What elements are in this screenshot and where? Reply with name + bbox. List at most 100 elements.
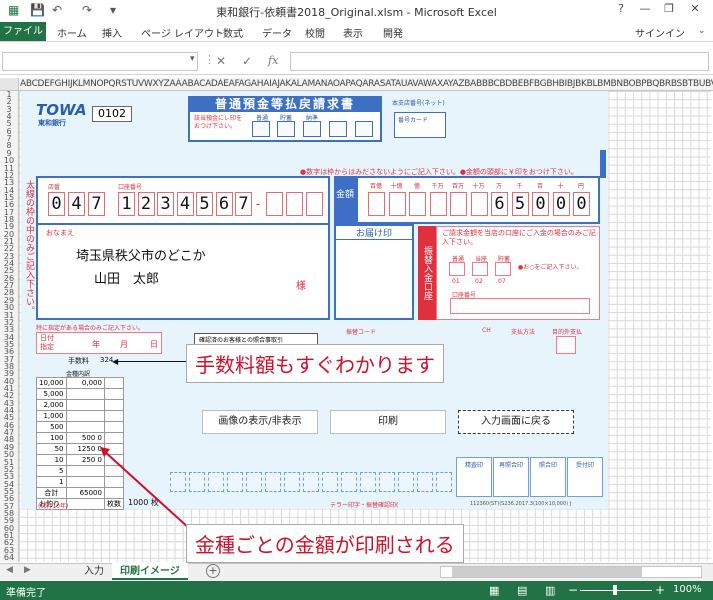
account-digit: 2 xyxy=(137,192,155,216)
transfer-code-label: 振替コード xyxy=(346,329,377,336)
zoom-out-button[interactable]: − xyxy=(568,583,578,597)
amount-digit: 0 xyxy=(573,192,590,216)
acct-digit-empty xyxy=(306,192,323,216)
zoom-slider-thumb[interactable] xyxy=(613,585,617,595)
amount-digit xyxy=(388,192,406,216)
checkbox-tax xyxy=(303,121,321,137)
teller-print-box xyxy=(246,472,262,492)
add-sheet-button[interactable]: + xyxy=(206,564,220,578)
side-instruction: 太線の枠の中のみご記入下さい。 xyxy=(24,180,34,315)
formula-input[interactable] xyxy=(290,52,709,71)
denomination-row: 100 500 0 xyxy=(36,432,125,444)
name-box-dropdown-icon[interactable]: ▾ xyxy=(190,54,195,64)
row-number[interactable]: 64 xyxy=(0,554,18,562)
tab-developer[interactable]: 開発 xyxy=(383,25,403,40)
minimize-button[interactable]: — xyxy=(634,2,656,19)
amount-digit xyxy=(429,192,447,216)
denomination-row: 2,000 xyxy=(36,399,125,411)
name-box[interactable] xyxy=(2,52,198,71)
amount-unit: 百億 xyxy=(369,183,382,190)
enter-icon[interactable]: ✓ xyxy=(242,54,252,68)
denomination-total: 65000 xyxy=(65,487,105,499)
transfer-check xyxy=(449,262,465,276)
amount-unit: 億 xyxy=(413,183,420,190)
store-digit: 0 xyxy=(48,192,65,216)
stamp-label: 精査印 xyxy=(464,462,483,469)
sheet-tab-print-image[interactable]: 印刷イメージ xyxy=(112,563,188,580)
denomination-value: 1 xyxy=(36,476,67,488)
zoom-in-button[interactable]: + xyxy=(655,583,665,597)
denomination-amount xyxy=(65,421,105,433)
tab-formulas[interactable]: 数式 xyxy=(223,25,243,40)
tab-data[interactable]: データ xyxy=(262,25,292,40)
amount-unit: 百万 xyxy=(451,183,464,190)
row-headers: 1 2 3 4 5 6 7 8 9 10 11 12 13 14 15 16 17 18 19 20 21 22 23 24 2… xyxy=(0,91,19,562)
tab-review[interactable]: 校閲 xyxy=(305,25,325,40)
tab-home[interactable]: ホーム xyxy=(57,25,87,40)
select-all-corner[interactable] xyxy=(0,78,19,91)
teller-print-box xyxy=(284,472,300,492)
page-break-view-icon[interactable]: ▥ xyxy=(545,584,555,597)
denomination-row: 1,000 xyxy=(36,410,125,422)
close-button[interactable]: ✕ xyxy=(684,2,706,19)
denomination-amount xyxy=(65,410,105,422)
teller-print-box xyxy=(227,472,243,492)
window-title: 東和銀行-依頼書2018_Original.xlsm - Microsoft E… xyxy=(216,6,497,19)
denomination-amount xyxy=(65,399,105,411)
bank-logo: TOWA xyxy=(36,101,87,119)
print-button[interactable]: 印刷 xyxy=(330,410,446,434)
amount-unit: 円 xyxy=(577,183,584,190)
transfer-code-07: 07 xyxy=(498,278,506,285)
toggle-image-button[interactable]: 画像の表示/非表示 xyxy=(202,410,318,434)
customer-name: 山田 太郎 xyxy=(94,272,160,287)
cancel-icon[interactable]: ✕ xyxy=(216,54,226,68)
help-button[interactable]: ? xyxy=(610,2,632,19)
transfer-acct-field xyxy=(450,298,590,314)
horizontal-scroll-thumb[interactable] xyxy=(452,567,642,577)
tab-file[interactable]: ファイル xyxy=(0,22,46,41)
teller-print-box xyxy=(341,472,357,492)
checkbox-extra xyxy=(329,121,347,137)
tab-page-layout[interactable]: ページ レイアウト xyxy=(141,25,224,40)
formula-bar-grip-icon: ⋮ xyxy=(204,53,215,66)
teller-print-box xyxy=(360,472,376,492)
amount-unit: 十億 xyxy=(390,183,403,190)
account-digit: 5 xyxy=(196,192,213,216)
transfer-check xyxy=(495,262,511,276)
amount-unit: 千万 xyxy=(431,183,444,190)
denomination-row: 5,000 xyxy=(36,388,125,400)
ribbon-expand-icon[interactable]: ⌄ xyxy=(698,26,706,36)
zoom-level[interactable]: 100% xyxy=(673,584,702,595)
account-digit: 6 xyxy=(215,192,233,216)
amount-digit: 0 xyxy=(532,192,549,216)
branch-label: 本支店番号(ネット) xyxy=(392,100,445,107)
page-layout-view-icon[interactable]: ▤ xyxy=(517,584,527,597)
retention-note: (保存10年) xyxy=(38,503,69,510)
normal-view-icon[interactable]: ▦ xyxy=(489,584,499,597)
sheet-tab-input[interactable]: 入力 xyxy=(76,563,112,580)
signin-link[interactable]: サインイン xyxy=(635,25,685,40)
teller-print-box xyxy=(436,472,452,492)
insert-function-icon[interactable]: fx xyxy=(268,54,278,67)
acct-label: 口座番号 xyxy=(118,184,143,191)
amount-label: 金額 xyxy=(334,176,356,224)
scroll-prev-sheet-icon[interactable]: ◀ xyxy=(6,565,13,575)
teller-print-box xyxy=(303,472,319,492)
scroll-next-sheet-icon[interactable]: ▶ xyxy=(24,565,31,575)
tab-insert[interactable]: 挿入 xyxy=(102,25,122,40)
denomination-value: 10,000 xyxy=(36,377,67,389)
denomination-value: 1,000 xyxy=(36,410,67,422)
edge-marker xyxy=(600,150,606,178)
teller-print-box xyxy=(322,472,338,492)
amount-digit xyxy=(470,192,488,216)
tab-view[interactable]: 表示 xyxy=(343,25,363,40)
restore-button[interactable]: ❐ xyxy=(658,2,680,19)
fee-arrow-head: ◀ xyxy=(112,357,119,366)
denomination-amount: 250 0 xyxy=(65,454,105,466)
back-to-input-button[interactable]: 入力画面に戻る xyxy=(458,410,574,434)
denomination-total-label: 合計 xyxy=(36,487,67,499)
amount-digit: 6 xyxy=(491,192,508,216)
method-label: 支払方法 xyxy=(511,329,536,336)
denomination-count xyxy=(103,421,125,433)
fee-arrow-line xyxy=(114,361,188,362)
